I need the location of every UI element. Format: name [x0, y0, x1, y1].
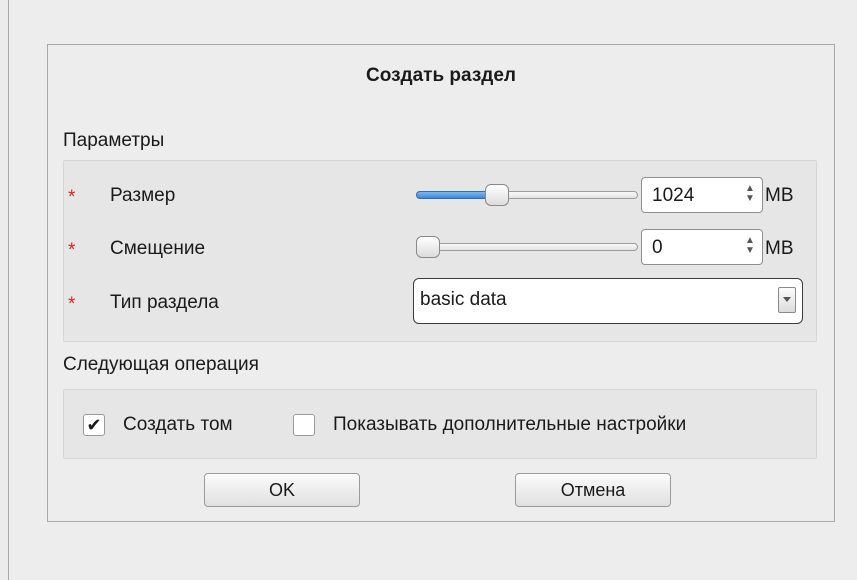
spin-down-icon[interactable]: ▼ — [742, 194, 758, 204]
cancel-button[interactable]: Отмена — [515, 473, 671, 507]
size-spinbox[interactable]: 1024 ▲ ▼ — [641, 177, 763, 213]
offset-required-marker: * — [68, 240, 76, 261]
offset-label: Смещение — [110, 238, 206, 259]
chevron-down-icon — [783, 297, 791, 302]
size-spin-arrows[interactable]: ▲ ▼ — [742, 184, 758, 206]
offset-slider-track — [416, 243, 638, 251]
offset-spinbox[interactable]: 0 ▲ ▼ — [641, 229, 763, 265]
size-slider-handle[interactable] — [485, 184, 509, 206]
show-advanced-label[interactable]: Показывать дополнительные настройки — [333, 414, 686, 436]
partition-type-combobox[interactable]: basic data — [413, 278, 803, 324]
create-volume-label[interactable]: Создать том — [123, 414, 233, 436]
size-value: 1024 — [652, 185, 695, 206]
create-volume-checkbox[interactable]: ✔ — [83, 414, 105, 436]
offset-unit: MB — [765, 238, 794, 259]
partition-type-label: Тип раздела — [110, 292, 219, 313]
size-required-marker: * — [68, 187, 76, 208]
offset-slider-handle[interactable] — [416, 236, 440, 258]
size-label: Размер — [110, 185, 176, 206]
show-advanced-checkbox[interactable] — [293, 414, 315, 436]
partition-type-value: basic data — [420, 289, 507, 310]
offset-slider[interactable] — [416, 236, 638, 258]
parameters-section-label: Параметры — [63, 130, 165, 151]
size-slider[interactable] — [416, 184, 638, 206]
ok-button[interactable]: OK — [204, 473, 360, 507]
partition-type-required-marker: * — [68, 294, 76, 315]
spin-down-icon[interactable]: ▼ — [742, 246, 758, 256]
create-partition-dialog: Создать раздел Параметры * Размер 1024 ▲… — [47, 44, 835, 522]
checkmark-icon: ✔ — [86, 415, 102, 435]
next-operation-section-label: Следующая операция — [63, 354, 259, 375]
dialog-title: Создать раздел — [366, 65, 516, 86]
offset-value: 0 — [652, 237, 663, 258]
size-unit: MB — [765, 185, 794, 206]
offset-spin-arrows[interactable]: ▲ ▼ — [742, 236, 758, 258]
dropdown-button[interactable] — [778, 287, 796, 313]
